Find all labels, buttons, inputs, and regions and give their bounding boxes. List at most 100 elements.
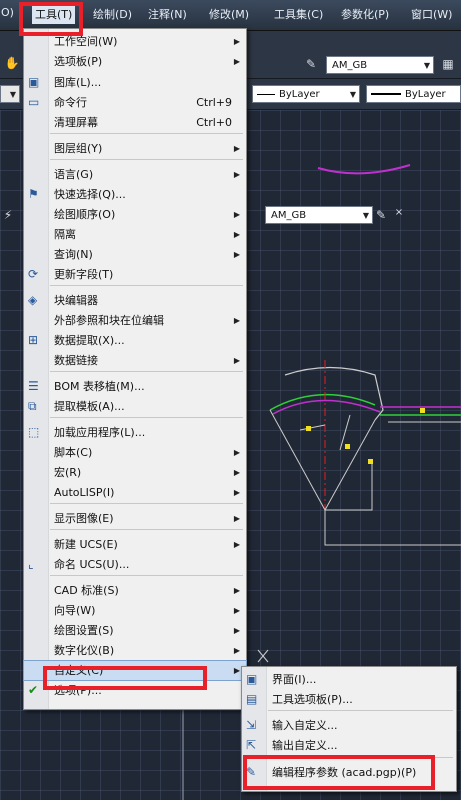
tools-menu-item[interactable]: ☰ BOM 表移植(M)... [24,377,246,396]
menu-item-draw[interactable]: 绘制(D) [93,6,132,22]
style-manager-icon[interactable]: ▦ [440,56,456,72]
menu-separator [50,529,243,530]
tools-menu-item[interactable]: ⚑ 快速选择(Q)... [24,185,246,204]
tools-menu-item[interactable]: 工作空间(W) ▶ [24,32,246,51]
tools-menu-item[interactable]: AutoLISP(I) ▶ [24,483,246,502]
tools-menu-item[interactable]: 宏(R) ▶ [24,463,246,482]
customize-submenu-item[interactable]: ⇲ 输入自定义... [242,716,456,735]
linetype-combo-value: ByLayer [279,89,320,100]
options-check-icon: ✔ [28,683,39,697]
grip-marker [345,444,350,449]
edit-pgp-icon: ✎ [246,765,257,779]
menu-item-window[interactable]: 窗口(W) [411,6,452,22]
magenta-curve [317,164,411,175]
style-combo[interactable]: AM_GB ▼ [326,56,434,74]
customize-submenu-item[interactable]: ▣ 界面(I)... [242,670,456,689]
submenu-arrow-icon: ▶ [233,356,240,365]
tools-menu-item[interactable]: 脚本(C) ▶ [24,443,246,462]
menu-item-parametric[interactable]: 参数化(P) [341,6,389,22]
tools-menu-item[interactable]: 自定义(C) ▶ [23,660,247,681]
menu-item-label: 图层组(Y) [54,142,103,155]
menu-item-label: 脚本(C) [54,446,93,459]
menu-item-prev[interactable]: O) [1,6,14,19]
submenu-arrow-icon: ▶ [233,666,240,675]
quick-select-icon: ⚑ [28,187,39,201]
menu-separator [50,159,243,160]
toolbar-left-icon[interactable]: ⚡ [0,207,16,223]
tools-menu-item[interactable]: ▣ 图库(L)... [24,73,246,92]
tools-menu-item[interactable]: 外部参照和块在位编辑 ▶ [24,311,246,330]
submenu-arrow-icon: ▶ [233,646,240,655]
bom-icon: ☰ [28,379,39,393]
submenu-arrow-icon: ▶ [233,514,240,523]
tools-menu-item[interactable]: 查询(N) ▶ [24,245,246,264]
tools-menu-item[interactable]: 绘图设置(S) ▶ [24,621,246,640]
lineweight-combo[interactable]: ByLayer [366,85,461,103]
tools-menu-item[interactable]: 图层组(Y) ▶ [24,139,246,158]
submenu-arrow-icon: ▶ [233,37,240,46]
tools-menu-item[interactable]: 语言(G) ▶ [24,165,246,184]
leader-line-1 [269,409,326,511]
style-combo-2[interactable]: AM_GB ▼ [265,206,373,224]
customize-submenu-item[interactable]: ▤ 工具选项板(P)... [242,690,456,709]
tools-menu-item[interactable]: 数据链接 ▶ [24,351,246,370]
submenu-arrow-icon: ▶ [233,144,240,153]
tools-menu-item[interactable]: ✔ 选项(P)... [24,681,246,700]
pan-hand-icon[interactable]: ✋ [4,55,20,71]
customize-submenu-item[interactable]: ⇱ 输出自定义... [242,736,456,755]
load-app-icon: ⬚ [28,425,40,439]
submenu-arrow-icon: ▶ [233,250,240,259]
tools-menu-item[interactable]: ▭ 命令行 Ctrl+9 [24,93,246,112]
submenu-arrow-icon: ▶ [233,448,240,457]
menu-separator [50,417,243,418]
block-editor-icon: ◈ [28,293,38,307]
menu-item-label: 图库(L)... [54,76,102,89]
menu-item-shortcut: Ctrl+9 [196,96,232,109]
tools-menu-item[interactable]: 显示图像(E) ▶ [24,509,246,528]
tools-menu-item[interactable]: ⧉ 提取模板(A)... [24,397,246,416]
submenu-arrow-icon: ▶ [233,57,240,66]
tools-menu-item[interactable]: 向导(W) ▶ [24,601,246,620]
menu-item-modify[interactable]: 修改(M) [209,6,249,22]
menu-item-label: 选项(P)... [54,684,102,697]
import-icon: ⇲ [246,718,257,732]
menu-item-label: 选项板(P) [54,55,103,68]
style-pen-icon[interactable]: ✎ [303,56,319,72]
tools-menu-item[interactable]: ⊞ 数据提取(X)... [24,331,246,350]
customize-submenu-item[interactable]: ✎ 编辑程序参数 (acad.pgp)(P) [242,763,456,782]
tools-menu-item[interactable]: ⌞ 命名 UCS(U)... [24,555,246,574]
tools-menu-item[interactable]: 清理屏幕 Ctrl+0 [24,113,246,132]
data-extraction-icon: ⊞ [28,333,39,347]
tools-menu-item[interactable]: ⟳ 更新字段(T) [24,265,246,284]
menu-item-toolsets[interactable]: 工具集(C) [274,6,323,22]
tools-menu-item[interactable]: 新建 UCS(E) ▶ [24,535,246,554]
command-line-icon: ▭ [28,95,40,109]
menu-item-label: 编辑程序参数 (acad.pgp)(P) [272,766,417,779]
submenu-arrow-icon: ▶ [233,488,240,497]
tools-menu-item[interactable]: 数字化仪(B) ▶ [24,641,246,660]
tools-menu-item[interactable]: 绘图顺序(O) ▶ [24,205,246,224]
menu-item-annotate[interactable]: 注释(N) [148,6,187,22]
tools-menu-item[interactable]: CAD 标准(S) ▶ [24,581,246,600]
menu-separator [50,133,243,134]
tools-menu-item[interactable]: ⬚ 加载应用程序(L)... [24,423,246,442]
tools-menu-item[interactable]: 选项板(P) ▶ [24,52,246,71]
menu-item-label: 界面(I)... [272,673,317,686]
customize-submenu: ▣ 界面(I)... ▤ 工具选项板(P)... ⇲ 输入自定义... ⇱ 输出自定义... ✎… [241,666,457,792]
menu-item-label: 提取模板(A)... [54,400,125,413]
menu-separator [50,575,243,576]
menu-item-tools[interactable]: 工具(T) [32,4,76,24]
linetype-combo[interactable]: ByLayer ▼ [252,85,360,103]
color-combo[interactable]: ▼ [0,85,20,103]
menu-item-label: 加载应用程序(L)... [54,426,146,439]
style-manager-icon[interactable]: ✎ [373,207,389,223]
menu-separator [50,503,243,504]
leader-line-2 [324,419,376,511]
menu-separator [50,371,243,372]
tools-menu-item[interactable]: 隔离 ▶ [24,225,246,244]
menu-item-label: 命名 UCS(U)... [54,558,130,571]
menu-item-label: 隔离 [54,228,76,241]
close-icon[interactable]: × [391,205,407,221]
tools-menu-item[interactable]: ◈ 块编辑器 [24,291,246,310]
line-sample [257,94,275,95]
